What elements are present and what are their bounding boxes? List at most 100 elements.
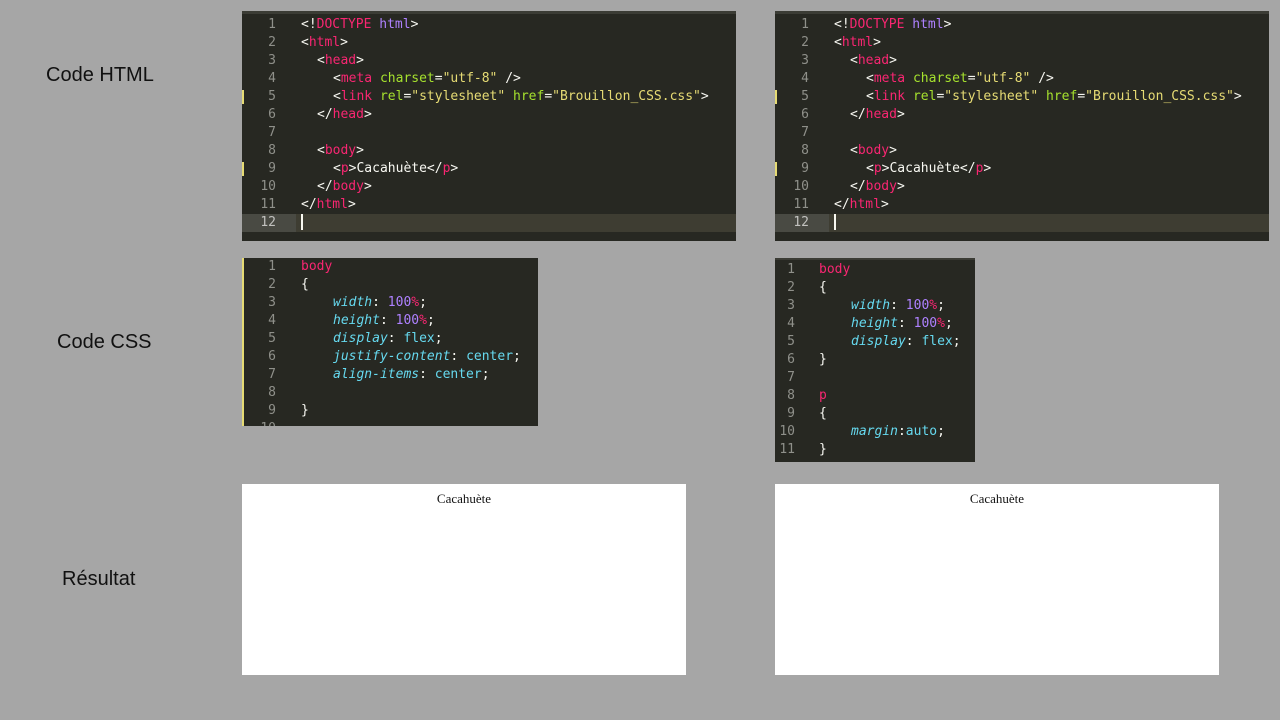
line-number: 3 (268, 53, 276, 68)
code-token: = (1077, 89, 1086, 104)
code-token: charset (379, 71, 435, 86)
code-token: < (333, 71, 341, 86)
code-token: > (356, 143, 364, 158)
code-token: > (700, 89, 709, 104)
code-token: < (850, 53, 858, 68)
code-token: "utf-8" (442, 71, 498, 86)
code-token: DOCTYPE (316, 17, 372, 32)
line-number: 10 (779, 424, 795, 439)
line-number: 1 (268, 259, 276, 274)
css-value: 100 (913, 316, 938, 331)
line-number: 5 (801, 89, 809, 104)
code-token: > (896, 179, 905, 194)
code-token: DOCTYPE (849, 17, 905, 32)
code-token: ; (419, 295, 427, 310)
code-line-current[interactable]: 12 (242, 214, 736, 232)
code-token: rel (912, 89, 937, 104)
code-token: href (1046, 89, 1078, 104)
code-token: "Brouillon_CSS.css" (1085, 89, 1234, 104)
code-line: 11 </html> (242, 196, 736, 214)
css-brace: } (819, 352, 827, 367)
line-number: 11 (793, 197, 809, 212)
line-number: 6 (268, 349, 276, 364)
css-editor-left[interactable]: 1 body 2 { 3 width: 100%; 4 height: 100%… (242, 258, 538, 426)
line-number: 9 (787, 406, 795, 421)
code-line: 11 } (775, 441, 975, 459)
code-line: 5 <link rel="stylesheet" href="Brouillon… (775, 88, 1269, 106)
code-token: <! (834, 17, 850, 32)
code-line: 5 display: flex; (775, 333, 975, 351)
code-token: ; (434, 331, 443, 346)
label-result: Résultat (62, 568, 136, 590)
css-property: justify-content (333, 349, 451, 364)
css-property: height (333, 313, 380, 328)
code-line: 9 <p>Cacahuète</p> (775, 160, 1269, 178)
code-token: = (544, 89, 553, 104)
code-line: 9 <p>Cacahuète</p> (242, 160, 736, 178)
code-line: 2 { (775, 279, 975, 297)
code-token: < (850, 143, 858, 158)
code-token: > (363, 179, 372, 194)
code-token: : (897, 424, 906, 439)
code-token: meta (873, 71, 906, 86)
css-value: 100 (395, 313, 420, 328)
code-line: 3 width: 100%; (242, 294, 538, 312)
code-token: >Cacahuète</ (348, 161, 443, 176)
line-number: 5 (268, 89, 276, 104)
code-token: < (866, 89, 874, 104)
html-editor-right[interactable]: 1 <!DOCTYPE html> 2 <html> 3 <head> 4 <m… (775, 11, 1269, 241)
css-unit: % (419, 313, 427, 328)
html-editor-left[interactable]: 1 <!DOCTYPE html> 2 <html> 3 <head> 4 <m… (242, 11, 736, 241)
code-line: 10 </body> (775, 178, 1269, 196)
code-line: 2 <html> (775, 34, 1269, 52)
code-line: 7 (775, 369, 975, 387)
line-number: 7 (268, 125, 276, 140)
code-line: 7 (775, 124, 1269, 142)
line-number: 7 (801, 125, 809, 140)
code-token: <! (301, 17, 317, 32)
css-property: width (851, 298, 891, 313)
code-line: 6 </head> (775, 106, 1269, 124)
code-line: 3 <head> (242, 52, 736, 70)
code-token: > (889, 53, 897, 68)
code-token: </ (850, 179, 866, 194)
line-number: 12 (260, 215, 276, 230)
code-line: 10 margin:auto; (775, 423, 975, 441)
modified-line-marker (775, 90, 777, 104)
line-number: 10 (260, 420, 276, 426)
code-line: 1 <!DOCTYPE html> (242, 16, 736, 34)
code-token: > (889, 143, 897, 158)
code-token: = (434, 71, 443, 86)
code-token: ; (481, 367, 490, 382)
line-number: 10 (793, 179, 809, 194)
code-token: /> (497, 71, 521, 86)
css-editor-right[interactable]: 1 body 2 { 3 width: 100%; 4 height: 100%… (775, 258, 975, 462)
code-token: html (379, 17, 411, 32)
code-line: 11 </html> (775, 196, 1269, 214)
css-value: auto (905, 424, 938, 439)
code-token: html (849, 197, 881, 212)
css-unit: % (937, 316, 945, 331)
code-token: p (340, 161, 349, 176)
line-number: 4 (801, 71, 809, 86)
result-text: Cacahuète (436, 491, 492, 506)
code-line: 1 body (242, 258, 538, 276)
code-token: head (332, 107, 364, 122)
code-line-current[interactable]: 12 (775, 214, 1269, 232)
css-selector: body (301, 259, 333, 274)
code-line: 5 <link rel="stylesheet" href="Brouillon… (242, 88, 736, 106)
code-line: 9 } (242, 402, 538, 420)
code-token: > (880, 197, 889, 212)
css-brace: } (301, 403, 309, 418)
css-brace: } (819, 442, 827, 457)
code-token: = (967, 71, 976, 86)
code-token: body (865, 179, 897, 194)
code-token: : (379, 313, 396, 328)
code-token: > (983, 161, 992, 176)
css-unit: % (411, 295, 420, 310)
label-code-css: Code CSS (57, 331, 152, 353)
code-token: </ (850, 107, 866, 122)
line-number: 11 (260, 197, 276, 212)
code-token: /> (1030, 71, 1054, 86)
line-number: 2 (801, 35, 809, 50)
